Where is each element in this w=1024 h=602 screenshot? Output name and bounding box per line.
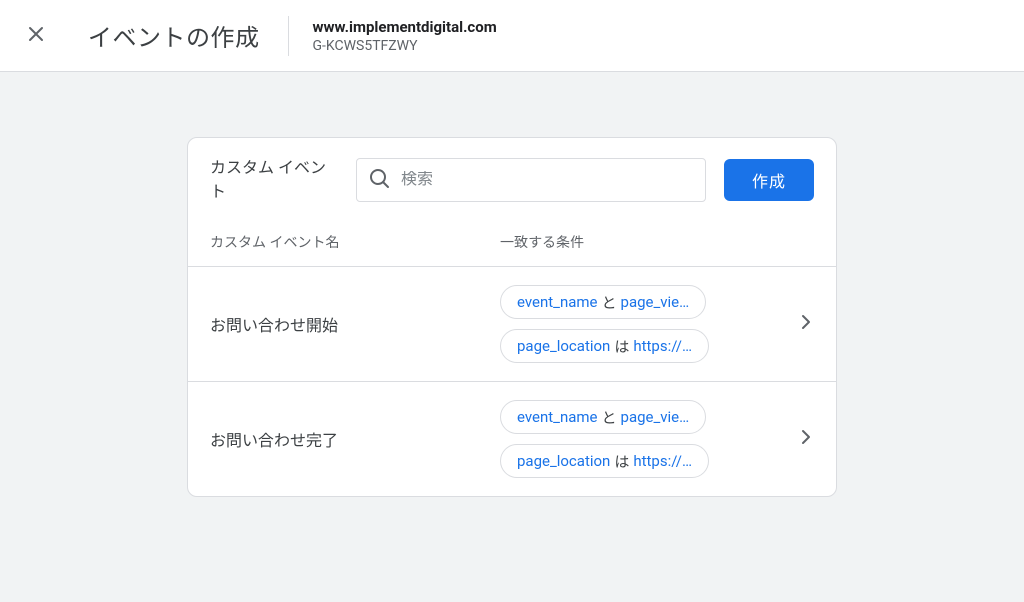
condition-key: page_location: [517, 452, 610, 470]
condition-value: https://…: [633, 337, 692, 355]
search-input[interactable]: [401, 171, 695, 189]
event-row[interactable]: お問い合わせ開始 event_name と page_vie… page_loc…: [188, 266, 836, 381]
custom-events-card: カスタム イベント 作成 カスタム イベント名 一致する条件 お問い合わせ開始 …: [187, 137, 837, 497]
chevron-right-icon: [782, 310, 822, 338]
column-conditions-header: 一致する条件: [500, 232, 814, 252]
event-name: お問い合わせ開始: [210, 312, 500, 336]
site-url: www.implementdigital.com: [313, 18, 497, 36]
event-row[interactable]: お問い合わせ完了 event_name と page_vie… page_loc…: [188, 381, 836, 496]
close-button[interactable]: [12, 12, 60, 60]
chevron-right-icon: [782, 425, 822, 453]
condition-chip: event_name と page_vie…: [500, 400, 706, 434]
column-headers: カスタム イベント名 一致する条件: [188, 220, 836, 266]
section-label: カスタム イベント: [210, 156, 338, 204]
divider: [288, 16, 289, 56]
event-conditions: event_name と page_vie… page_location は h…: [500, 400, 782, 478]
topbar: イベントの作成 www.implementdigital.com G-KCWS5…: [0, 0, 1024, 72]
condition-key: event_name: [517, 408, 598, 426]
condition-operator: は: [610, 451, 633, 472]
stage: カスタム イベント 作成 カスタム イベント名 一致する条件 お問い合わせ開始 …: [0, 72, 1024, 497]
condition-value: page_vie…: [621, 293, 690, 311]
search-field[interactable]: [356, 158, 706, 202]
condition-chip: page_location は https://…: [500, 329, 709, 363]
event-name: お問い合わせ完了: [210, 427, 500, 451]
condition-key: page_location: [517, 337, 610, 355]
column-name-header: カスタム イベント名: [210, 232, 500, 252]
condition-operator: と: [598, 407, 621, 428]
close-icon: [24, 22, 48, 50]
condition-key: event_name: [517, 293, 598, 311]
condition-operator: と: [598, 292, 621, 313]
site-id: G-KCWS5TFZWY: [313, 38, 497, 54]
condition-value: https://…: [633, 452, 692, 470]
card-header: カスタム イベント 作成: [188, 138, 836, 220]
create-button[interactable]: 作成: [724, 159, 814, 201]
event-conditions: event_name と page_vie… page_location は h…: [500, 285, 782, 363]
condition-value: page_vie…: [621, 408, 690, 426]
search-icon: [367, 166, 391, 194]
condition-chip: event_name と page_vie…: [500, 285, 706, 319]
site-info: www.implementdigital.com G-KCWS5TFZWY: [293, 18, 497, 54]
page-title: イベントの作成: [60, 18, 284, 53]
condition-chip: page_location は https://…: [500, 444, 709, 478]
condition-operator: は: [610, 336, 633, 357]
